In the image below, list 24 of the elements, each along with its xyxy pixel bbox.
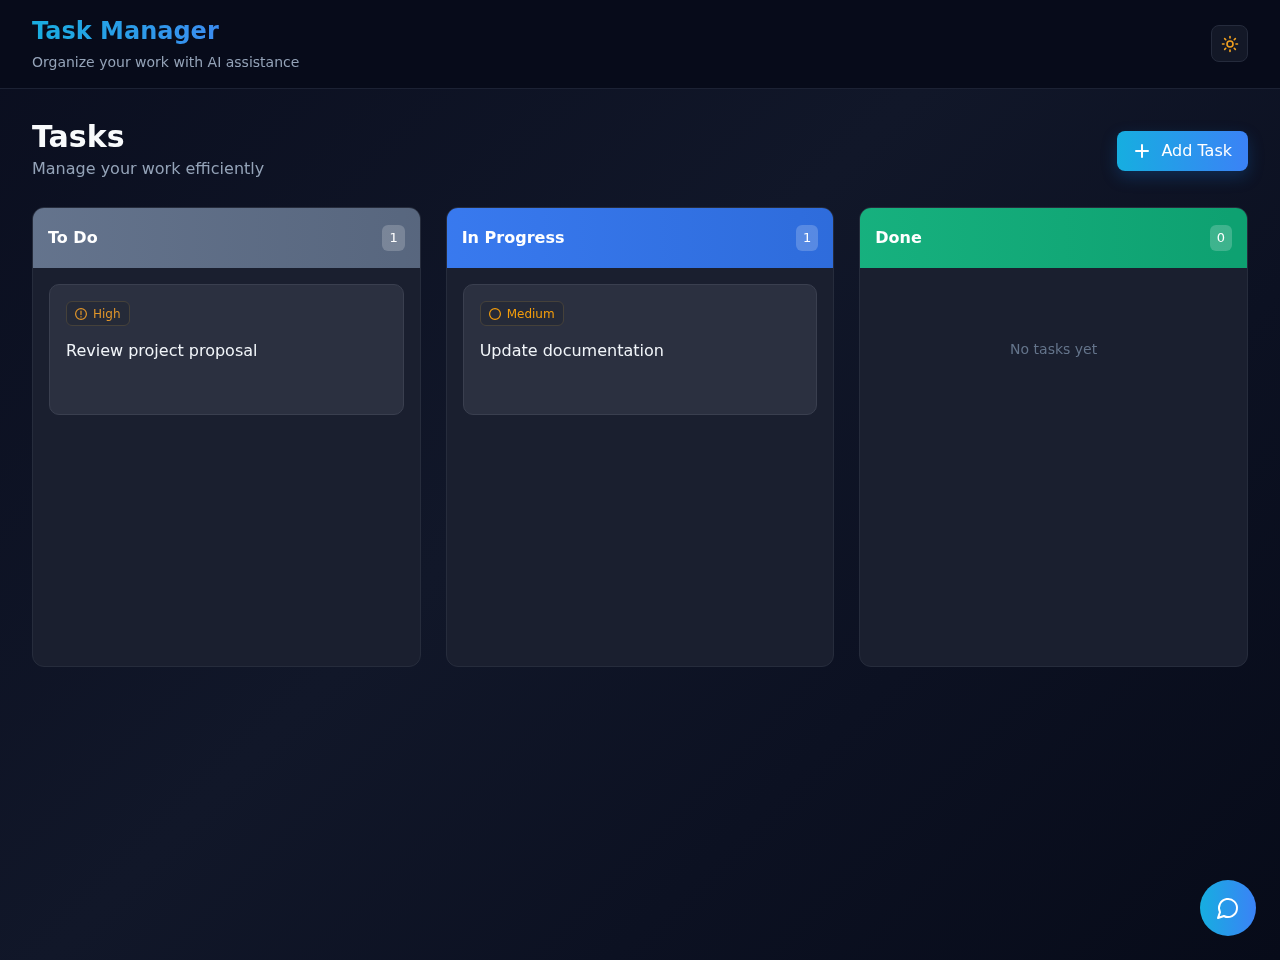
- alert-circle-icon: [75, 307, 87, 320]
- task-count: 1: [796, 225, 819, 251]
- task-count: 0: [1209, 225, 1232, 251]
- priority-label: High: [93, 305, 121, 323]
- task-card[interactable]: High Review project proposal: [49, 284, 404, 415]
- sun-icon: [1220, 34, 1239, 53]
- column-title: Done: [875, 227, 922, 249]
- task-count: 1: [382, 225, 405, 251]
- task-title: Update documentation: [479, 339, 665, 362]
- column-title: To Do: [48, 227, 98, 249]
- chat-bubble-icon: [1216, 896, 1240, 920]
- theme-toggle-button[interactable]: [1211, 25, 1248, 62]
- task-title: Review project proposal: [66, 339, 259, 362]
- app-title: Task Manager: [32, 17, 219, 45]
- task-card[interactable]: Medium Update documentation: [462, 284, 818, 415]
- circle-icon: [488, 307, 501, 320]
- page-subtitle: Manage your work efficiently: [32, 159, 265, 179]
- priority-label: Medium: [506, 305, 555, 323]
- page-title: Tasks: [32, 119, 126, 155]
- chat-button[interactable]: [1200, 880, 1256, 936]
- empty-message: No tasks yet: [1010, 341, 1098, 357]
- plus-icon: [1135, 144, 1150, 158]
- column-title: In Progress: [461, 227, 565, 249]
- app-subtitle: Organize your work with AI assistance: [32, 54, 300, 71]
